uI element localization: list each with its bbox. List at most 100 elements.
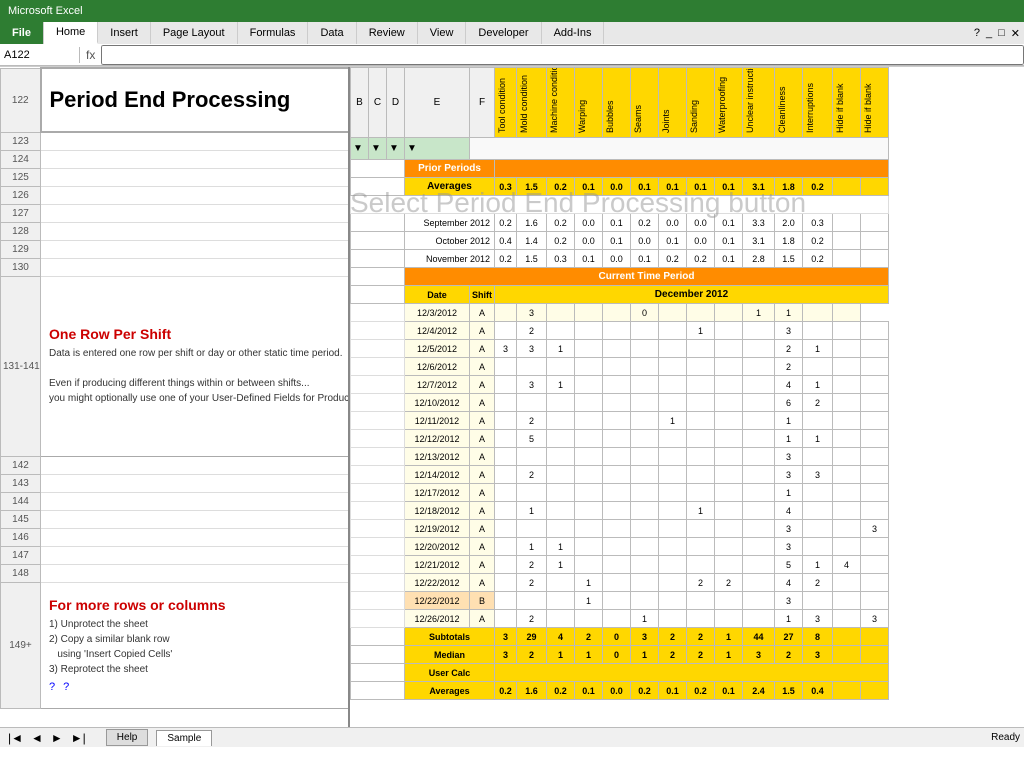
median-label: Median (405, 646, 495, 664)
usercalc-row: User Calc (351, 664, 889, 682)
row-header-title: 122 (1, 68, 41, 132)
table-row: 12/22/2012 B 1 3 (351, 592, 889, 610)
table-row: 12/4/2012 A 2 1 3 (351, 322, 889, 340)
restore-icon[interactable]: □ (998, 27, 1005, 39)
tab-insert[interactable]: Insert (98, 22, 151, 44)
table-row: 12/11/2012 A 2 1 1 (351, 412, 889, 430)
app-title: Microsoft Excel (8, 5, 83, 17)
table-row: 12/6/2012 A 2 (351, 358, 889, 376)
table-row: 12/13/2012 A 3 (351, 448, 889, 466)
table-row: 12/3/2012 A 3 0 1 1 (351, 304, 889, 322)
subtotals-label: Subtotals (405, 628, 495, 646)
help-icon[interactable]: ? (974, 27, 980, 39)
prior-avg-2: 0.2 (547, 178, 575, 196)
col-header-machine: Machine condition (547, 68, 575, 138)
help-link-1[interactable]: ? (49, 681, 55, 693)
col-header-bubbles: Bubbles (603, 68, 631, 138)
prior-avg-4: 0.0 (603, 178, 631, 196)
prior-avg-10: 1.8 (775, 178, 803, 196)
table-row: 12/17/2012 A 1 (351, 484, 889, 502)
info-box-1-text: Data is entered one row per shift or day… (49, 346, 342, 406)
tab-data[interactable]: Data (308, 22, 356, 44)
table-row: 12/26/2012 A 2 1 1 3 (351, 610, 889, 628)
prior-avg-11: 0.2 (803, 178, 833, 196)
subtotals-row: Subtotals 3 29 4 2 0 3 2 2 1 44 27 8 (351, 628, 889, 646)
table-row: 12/10/2012 A 6 2 (351, 394, 889, 412)
ribbon-tabs: File Home Insert Page Layout Formulas Da… (0, 22, 1024, 44)
help-link-2[interactable]: ? (63, 681, 69, 693)
col-header-b: B (351, 68, 369, 138)
tab-view[interactable]: View (418, 22, 467, 44)
close-icon[interactable]: ✕ (1011, 27, 1020, 40)
tab-home[interactable]: Home (44, 22, 98, 44)
info-box-2-text: 1) Unprotect the sheet 2) Copy a similar… (49, 617, 342, 677)
tab-formulas[interactable]: Formulas (238, 22, 309, 44)
col-header-unclear: Unclear instructions (743, 68, 775, 138)
current-period-label: Current Time Period (405, 268, 889, 286)
col-header-warping: Warping (575, 68, 603, 138)
col-header-seams: Seams (631, 68, 659, 138)
table-row: 12/5/2012 A 3 3 1 2 1 (351, 340, 889, 358)
table-row: 12/21/2012 A 2 1 5 1 4 (351, 556, 889, 574)
tab-review[interactable]: Review (357, 22, 418, 44)
formula-bar: A122 fx (0, 44, 1024, 66)
dropdown-d[interactable]: ▼ (387, 138, 405, 160)
table-row: 12/20/2012 A 1 1 3 (351, 538, 889, 556)
prior-avg-5: 0.1 (631, 178, 659, 196)
col-header-mold: Mold condition (517, 68, 547, 138)
col-header-tool: Tool condition (495, 68, 517, 138)
info-box-2-title: For more rows or columns (49, 597, 342, 613)
col-header-d: D (387, 68, 405, 138)
dropdown-c[interactable]: ▼ (369, 138, 387, 160)
prior-avg-9: 3.1 (743, 178, 775, 196)
col-header-joints: Joints (659, 68, 687, 138)
prior-avg-7: 0.1 (687, 178, 715, 196)
table-row: 12/18/2012 A 1 1 4 (351, 502, 889, 520)
sheet-nav-next[interactable]: ► (47, 731, 67, 745)
bottom-bar: |◄ ◄ ► ►| Help Sample Ready (0, 727, 1024, 747)
status-bar: Ready (991, 732, 1020, 743)
sheet-tab-sample[interactable]: Sample (156, 730, 212, 746)
col-header-hide2: Hide if blank (861, 68, 889, 138)
table-row: 12/22/2012 A 2 1 2 2 4 2 (351, 574, 889, 592)
sheet-tab-help[interactable]: Help (106, 729, 149, 746)
tab-page-layout[interactable]: Page Layout (151, 22, 238, 44)
minimize-icon[interactable]: _ (986, 27, 992, 39)
col-header-e: E (405, 68, 470, 138)
title-cell: Period End Processing (41, 68, 351, 132)
tab-addins[interactable]: Add-Ins (542, 22, 605, 44)
prior-avg-1: 1.5 (517, 178, 547, 196)
prior-avg-3: 0.1 (575, 178, 603, 196)
info-box-2: For more rows or columns 1) Unprotect th… (41, 582, 351, 708)
prior-avg-6: 0.1 (659, 178, 687, 196)
formula-input[interactable] (101, 45, 1024, 65)
final-averages-row: Averages 0.2 1.6 0.2 0.1 0.0 0.2 0.1 0.2… (351, 682, 889, 700)
prior-avg-8: 0.1 (715, 178, 743, 196)
sheet-nav-first[interactable]: |◄ (4, 731, 27, 745)
shift-label: Shift (470, 286, 495, 304)
ribbon: File Home Insert Page Layout Formulas Da… (0, 22, 1024, 67)
sheet-nav-last[interactable]: ►| (67, 731, 90, 745)
col-header-cleanliness: Cleanliness (775, 68, 803, 138)
col-header-sanding: Sanding (687, 68, 715, 138)
dropdown-b[interactable]: ▼ (351, 138, 369, 160)
date-cell: 12/3/2012 (405, 304, 470, 322)
info-box-1-title: One Row Per Shift (49, 326, 342, 342)
col-header-waterproofing: Waterproofing (715, 68, 743, 138)
col-header-f: F (470, 68, 495, 138)
table-row: 12/12/2012 A 5 1 1 (351, 430, 889, 448)
table-row: 12/7/2012 A 3 1 4 1 (351, 376, 889, 394)
table-row: 12/14/2012 A 2 3 3 (351, 466, 889, 484)
prior-averages-label: Averages (405, 178, 495, 196)
fx-label: fx (80, 48, 101, 62)
col-header-c: C (369, 68, 387, 138)
sheet-nav-prev[interactable]: ◄ (27, 731, 47, 745)
final-averages-label: Averages (405, 682, 495, 700)
date-label: Date (405, 286, 470, 304)
shift-cell: A (470, 304, 495, 322)
tab-file[interactable]: File (0, 22, 44, 44)
tab-developer[interactable]: Developer (466, 22, 541, 44)
name-box[interactable]: A122 (0, 47, 80, 63)
dropdown-e[interactable]: ▼ (405, 138, 470, 160)
median-row: Median 3 2 1 1 0 1 2 2 1 3 2 3 (351, 646, 889, 664)
